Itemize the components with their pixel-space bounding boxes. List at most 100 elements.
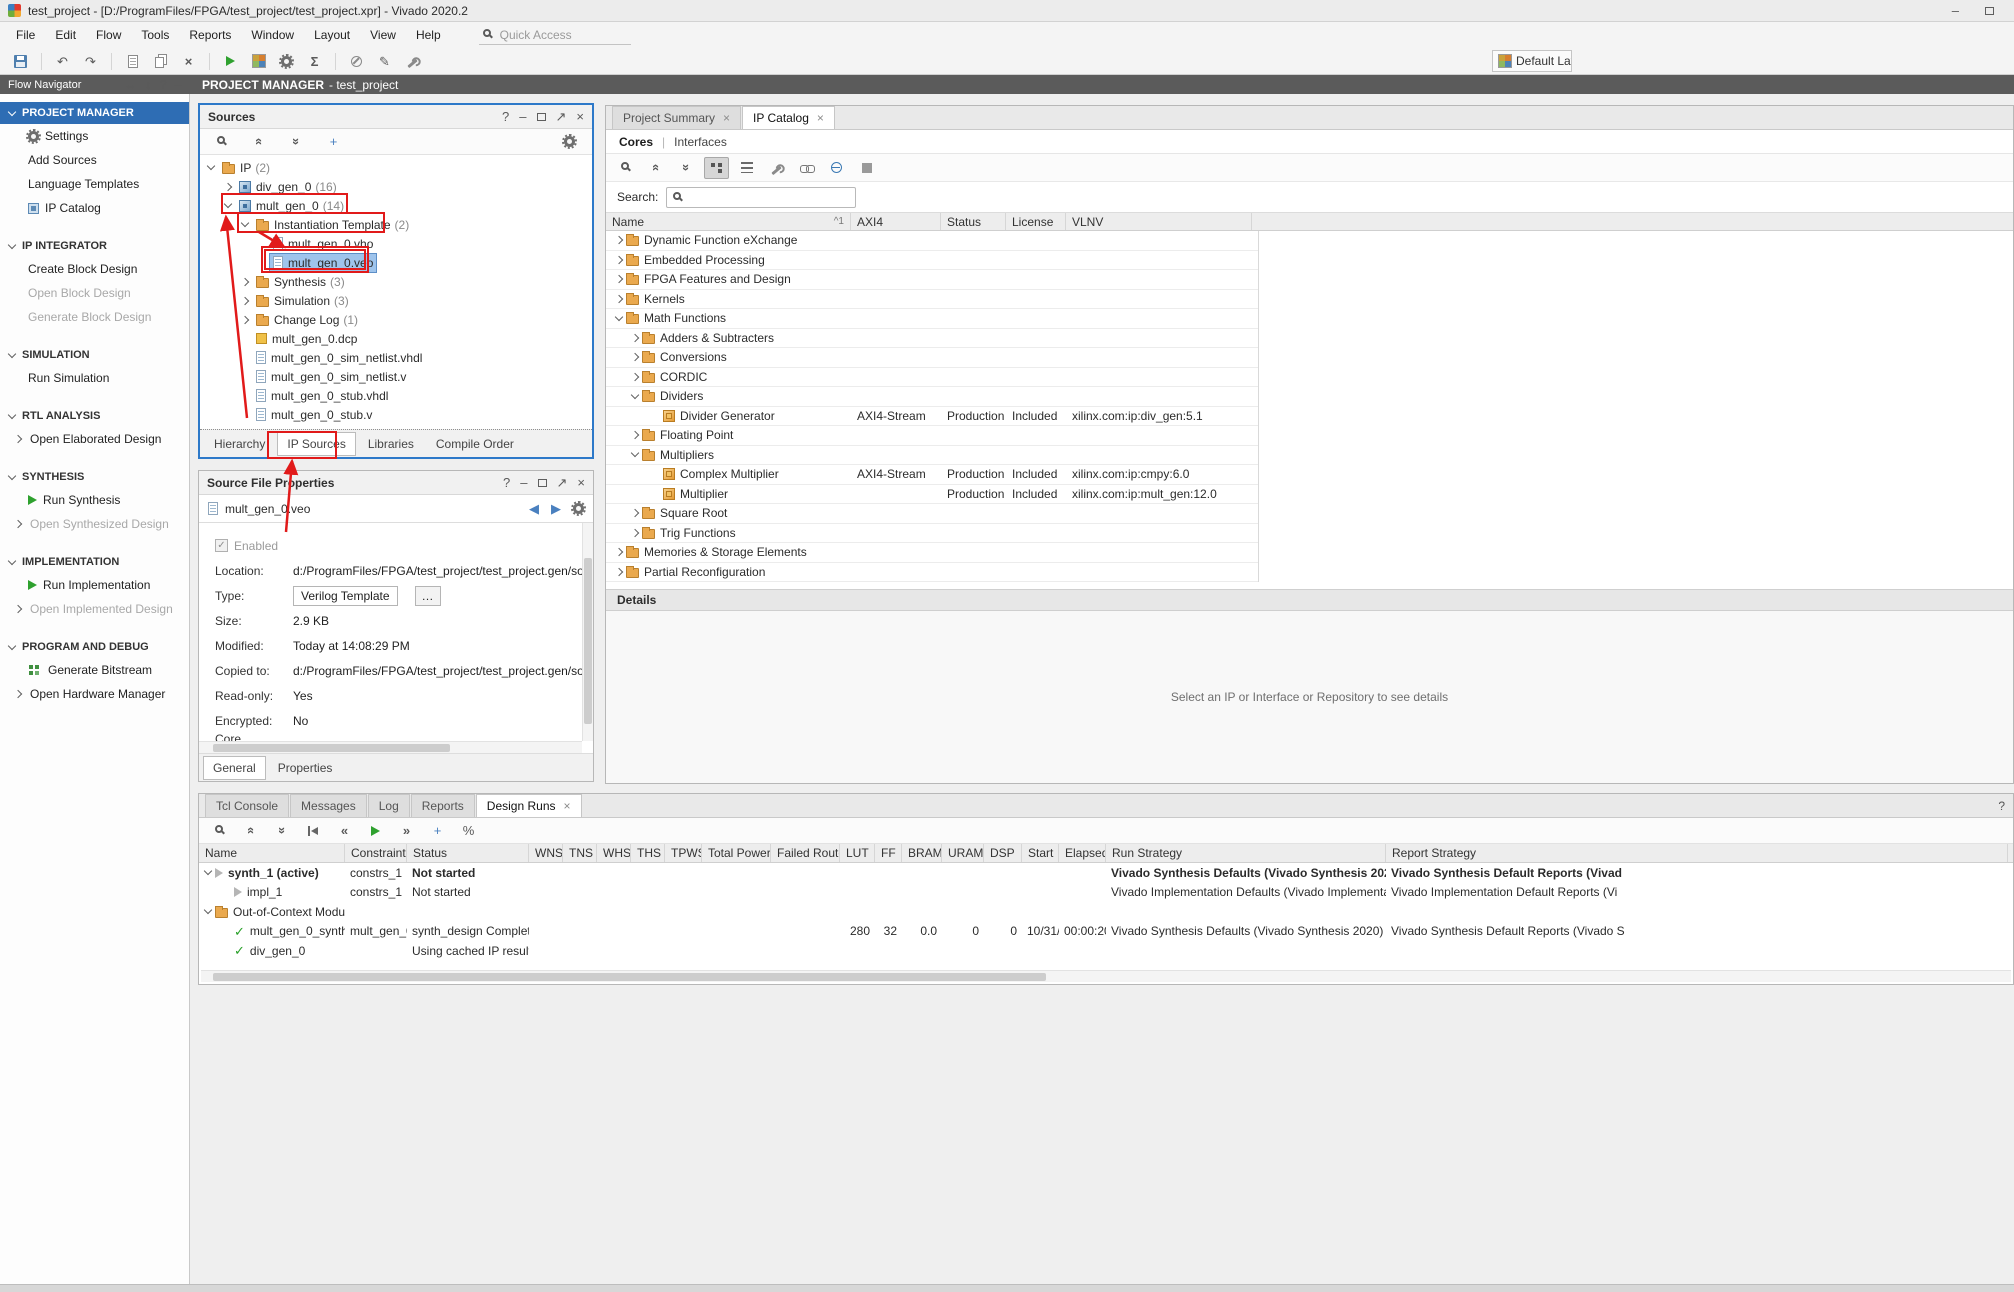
sources-tree-item-mult-gen-0-sim-netlist-v[interactable]: mult_gen_0_sim_netlist.v: [200, 367, 592, 386]
catalog-row-trig-functions[interactable]: Trig Functions: [606, 524, 1258, 544]
column-header-status[interactable]: Status: [407, 844, 529, 862]
tab-messages[interactable]: Messages: [290, 794, 367, 817]
layout-selector-button[interactable]: Default Layou: [1492, 50, 1572, 72]
column-header-constraints[interactable]: Constraints: [345, 844, 407, 862]
flow-nav-item-open-implemented-design[interactable]: Open Implemented Design: [0, 597, 189, 621]
menu-view[interactable]: View: [360, 24, 406, 46]
float-icon[interactable]: ↗: [556, 110, 567, 123]
sources-tree-item-mult-gen-0-dcp[interactable]: mult_gen_0.dcp: [200, 329, 592, 348]
flow-nav-item-settings[interactable]: Settings: [0, 124, 189, 148]
flow-nav-section-rtl-analysis[interactable]: RTL ANALYSIS: [0, 405, 189, 427]
toolbar-button-redo[interactable]: ↷: [78, 50, 103, 72]
menu-layout[interactable]: Layout: [304, 24, 360, 46]
close-icon[interactable]: ×: [817, 111, 824, 125]
column-header-whs[interactable]: WHS: [597, 844, 631, 862]
question-icon[interactable]: ?: [502, 110, 509, 123]
catalog-row-embedded-processing[interactable]: Embedded Processing: [606, 251, 1258, 271]
menu-flow[interactable]: Flow: [86, 24, 131, 46]
column-header-bram[interactable]: BRAM: [902, 844, 942, 862]
catalog-row-dividers[interactable]: Dividers: [606, 387, 1258, 407]
sources-tree-item-div-gen-0[interactable]: div_gen_0(16): [200, 177, 592, 196]
flow-nav-section-synthesis[interactable]: SYNTHESIS: [0, 466, 189, 488]
column-header-name[interactable]: Name: [199, 844, 345, 862]
runs-toolbar-fast-backward[interactable]: «: [332, 820, 357, 842]
menu-reports[interactable]: Reports: [179, 24, 241, 46]
column-header-ff[interactable]: FF: [875, 844, 902, 862]
column-header-vlnv[interactable]: VLNV: [1066, 213, 1252, 230]
toolbar-button-run-play[interactable]: [218, 50, 243, 72]
toolbar-button-undo[interactable]: ↶: [50, 50, 75, 72]
catalog-toolbar-wrench[interactable]: [764, 157, 789, 179]
column-header-start[interactable]: Start: [1022, 844, 1059, 862]
sources-tab-ip-sources[interactable]: IP Sources: [277, 432, 355, 456]
catalog-toolbar-expand-all[interactable]: »: [674, 157, 699, 179]
tab-ip-catalog[interactable]: IP Catalog×: [742, 106, 835, 129]
column-header-failed-routes[interactable]: Failed Routes: [771, 844, 840, 862]
sources-tree-item-mult-gen-0-stub-vhdl[interactable]: mult_gen_0_stub.vhdl: [200, 386, 592, 405]
column-header-tns[interactable]: TNS: [563, 844, 597, 862]
forward-icon[interactable]: ▶: [551, 502, 561, 515]
catalog-row-math-functions[interactable]: Math Functions: [606, 309, 1258, 329]
flow-nav-section-implementation[interactable]: IMPLEMENTATION: [0, 551, 189, 573]
toolbar-button-copy[interactable]: [148, 50, 173, 72]
help-icon[interactable]: ?: [1990, 799, 2013, 813]
catalog-row-cordic[interactable]: CORDIC: [606, 368, 1258, 388]
catalog-toolbar-globe[interactable]: [824, 157, 849, 179]
runs-toolbar-add[interactable]: +: [425, 820, 450, 842]
runs-toolbar-collapse-all[interactable]: «: [239, 820, 264, 842]
catalog-toolbar-search[interactable]: [614, 157, 639, 179]
sources-tree-item-mult-gen-0-sim-netlist-vhdl[interactable]: mult_gen_0_sim_netlist.vhdl: [200, 348, 592, 367]
flow-nav-item-open-synthesized-design[interactable]: Open Synthesized Design: [0, 512, 189, 536]
tab-tcl-console[interactable]: Tcl Console: [205, 794, 289, 817]
quick-access-search[interactable]: Quick Access: [479, 26, 631, 45]
catalog-row-fpga-features-and-design[interactable]: FPGA Features and Design: [606, 270, 1258, 290]
flow-nav-section-project-manager[interactable]: PROJECT MANAGER: [0, 102, 189, 124]
catalog-row-multiplier[interactable]: MultiplierProductionIncludedxilinx.com:i…: [606, 485, 1258, 505]
flow-nav-section-program-and-debug[interactable]: PROGRAM AND DEBUG: [0, 636, 189, 658]
flow-nav-item-language-templates[interactable]: Language Templates: [0, 172, 189, 196]
winsquare-icon[interactable]: [537, 113, 546, 121]
column-header-ths[interactable]: THS: [631, 844, 665, 862]
type-dropdown[interactable]: Verilog Template: [293, 586, 398, 606]
catalog-row-memories-storage-elements[interactable]: Memories & Storage Elements: [606, 543, 1258, 563]
toolbar-button-save[interactable]: [8, 50, 33, 72]
sources-tree-item-synthesis[interactable]: Synthesis(3): [200, 272, 592, 291]
catalog-row-multipliers[interactable]: Multipliers: [606, 446, 1258, 466]
flow-nav-item-run-implementation[interactable]: Run Implementation: [0, 573, 189, 597]
sources-tree-item-ip[interactable]: IP(2): [200, 158, 592, 177]
sources-tab-compile-order[interactable]: Compile Order: [426, 432, 524, 456]
catalog-row-divider-generator[interactable]: Divider GeneratorAXI4-StreamProductionIn…: [606, 407, 1258, 427]
flow-nav-section-simulation[interactable]: SIMULATION: [0, 344, 189, 366]
catalog-row-adders-subtracters[interactable]: Adders & Subtracters: [606, 329, 1258, 349]
column-header-wns[interactable]: WNS: [529, 844, 563, 862]
toolbar-button-report-doc[interactable]: [120, 50, 145, 72]
column-header-tpws[interactable]: TPWS: [665, 844, 702, 862]
sources-tree-item-instantiation-template[interactable]: Instantiation Template(2): [200, 215, 592, 234]
minimize-window-icon[interactable]: –: [1952, 4, 1959, 17]
runs-toolbar-run-play[interactable]: [363, 820, 388, 842]
float-icon[interactable]: ↗: [557, 476, 568, 489]
tab-log[interactable]: Log: [368, 794, 410, 817]
design-run-row-out-of-context-module-runs[interactable]: Out-of-Context Module Runs: [199, 902, 2013, 922]
runs-toolbar-percent[interactable]: %: [456, 820, 481, 842]
toolbar-button-settings-gear[interactable]: [274, 50, 299, 72]
column-header-status[interactable]: Status: [941, 213, 1006, 230]
sources-toolbar-expand-all[interactable]: »: [284, 131, 309, 153]
close-icon[interactable]: ×: [577, 476, 585, 489]
toolbar-button-delete[interactable]: ×: [176, 50, 201, 72]
catalog-view-tab-cores[interactable]: Cores: [619, 135, 653, 149]
sources-tab-libraries[interactable]: Libraries: [358, 432, 424, 456]
runs-toolbar-search[interactable]: [208, 820, 233, 842]
sources-tree-item-mult-gen-0-stub-v[interactable]: mult_gen_0_stub.v: [200, 405, 592, 424]
column-header-elapsed[interactable]: Elapsed: [1059, 844, 1106, 862]
properties-tab-properties[interactable]: Properties: [268, 756, 343, 780]
sources-tree-item-mult-gen-0-veo[interactable]: mult_gen_0.veo: [200, 253, 592, 272]
sources-tree-item-mult-gen-0[interactable]: mult_gen_0(14): [200, 196, 592, 215]
close-icon[interactable]: ×: [723, 111, 730, 125]
back-icon[interactable]: ◀: [529, 502, 539, 515]
maximize-window-icon[interactable]: [1985, 7, 1994, 15]
toolbar-button-pencil[interactable]: ✎: [372, 50, 397, 72]
catalog-search-input[interactable]: [666, 187, 856, 208]
catalog-row-floating-point[interactable]: Floating Point: [606, 426, 1258, 446]
flow-nav-item-run-synthesis[interactable]: Run Synthesis: [0, 488, 189, 512]
